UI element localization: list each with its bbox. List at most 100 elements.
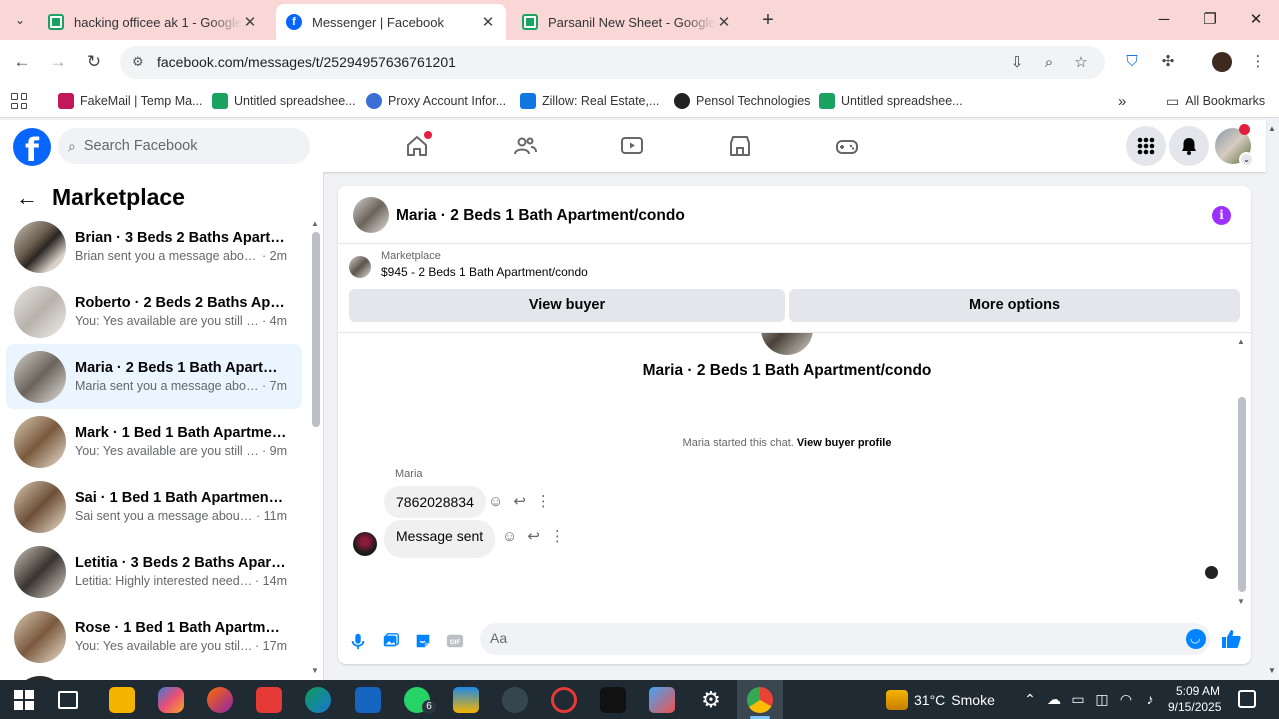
browser-tab-3[interactable]: Parsanil New Sheet - Google Sh ✕ <box>512 4 742 40</box>
store-icon[interactable] <box>649 687 675 713</box>
app-icon[interactable] <box>256 687 282 713</box>
outlook-icon[interactable] <box>355 687 381 713</box>
vpn-icon[interactable]: ◫ <box>1093 691 1111 708</box>
nav-gaming[interactable] <box>827 130 867 162</box>
battery-icon[interactable]: ▭ <box>1069 691 1087 708</box>
bookmark-proxy[interactable]: Proxy Account Infor... <box>366 92 506 110</box>
address-bar[interactable]: ⚙ facebook.com/messages/t/25294957636761… <box>120 46 1105 79</box>
nav-home[interactable] <box>397 130 437 162</box>
reload-icon[interactable]: ↻ <box>82 50 106 74</box>
copilot-icon[interactable] <box>158 687 184 713</box>
conversation-item-selected[interactable]: Maria · 2 Beds 1 Bath Apartment... Maria… <box>6 344 302 409</box>
nav-marketplace[interactable] <box>720 130 760 162</box>
task-view-icon[interactable] <box>58 691 78 709</box>
listing-summary[interactable]: Marketplace $945 - 2 Beds 1 Bath Apartme… <box>349 250 588 279</box>
facebook-search[interactable]: ⌕ <box>58 128 310 164</box>
conversation-title[interactable]: Maria · 2 Beds 1 Bath Apartment/condo <box>396 207 685 225</box>
chrome-icon[interactable] <box>747 687 773 713</box>
restore-icon[interactable]: ❐ <box>1187 6 1233 34</box>
bookmark-spreadsheet-2[interactable]: Untitled spreadshee... <box>819 92 963 110</box>
site-info-icon[interactable]: ⚙ <box>132 54 144 70</box>
more-actions-icon[interactable]: ⋮ <box>536 492 551 510</box>
nav-friends[interactable] <box>505 130 545 162</box>
minimize-icon[interactable]: ─ <box>1141 6 1187 34</box>
browser-tab-1[interactable]: hacking officee ak 1 - Google Sh ✕ <box>38 4 268 40</box>
back-arrow-icon[interactable]: ← <box>16 185 38 211</box>
reply-icon[interactable]: ↩ <box>527 527 540 545</box>
shield-extension-icon[interactable]: ⛉ <box>1121 51 1143 73</box>
conversation-item[interactable] <box>6 669 302 680</box>
close-tab-icon[interactable]: ✕ <box>242 13 258 31</box>
url-text[interactable]: facebook.com/messages/t/2529495763676120… <box>157 54 456 70</box>
inbox-scrollbar[interactable] <box>312 232 320 427</box>
react-emoji-icon[interactable]: ☺ <box>488 493 503 510</box>
tab-search-chevron-icon[interactable]: ⌄ <box>6 8 34 32</box>
conversation-item[interactable]: Roberto · 2 Beds 2 Baths Apart... You: Y… <box>6 279 302 344</box>
facebook-logo-icon[interactable]: f <box>13 128 51 166</box>
notifications-button[interactable] <box>1169 126 1209 166</box>
gif-icon[interactable]: GIF <box>445 631 465 651</box>
browser-tab-2[interactable]: f Messenger | Facebook ✕ <box>276 4 506 40</box>
conversation-item[interactable]: Mark · 1 Bed 1 Bath Apartment/... You: Y… <box>6 409 302 474</box>
page-scroll-up-arrow-icon[interactable]: ▲ <box>1268 124 1276 133</box>
reply-icon[interactable]: ↩ <box>513 492 526 510</box>
weather-widget[interactable]: 31°C Smoke <box>886 690 995 710</box>
extensions-puzzle-icon[interactable]: ✣ <box>1157 51 1179 73</box>
react-emoji-icon[interactable]: ☺ <box>502 528 517 545</box>
conversation-item[interactable]: Rose · 1 Bed 1 Bath Apartment/c... You: … <box>6 604 302 669</box>
kebab-menu-icon[interactable]: ⋮ <box>1247 51 1269 73</box>
search-input[interactable] <box>83 138 284 154</box>
more-actions-icon[interactable]: ⋮ <box>550 527 565 545</box>
bookmark-pensol[interactable]: Pensol Technologies <box>674 92 810 110</box>
bookmark-fakemail[interactable]: FakeMail | Temp Ma... <box>58 92 203 110</box>
more-bookmarks-chevron-icon[interactable]: » <box>1118 92 1126 110</box>
app-icon[interactable] <box>502 687 528 713</box>
menu-grid-button[interactable] <box>1126 126 1166 166</box>
tiktok-icon[interactable] <box>600 687 626 713</box>
notification-center-icon[interactable] <box>1238 690 1256 708</box>
back-icon[interactable]: ← <box>10 50 34 74</box>
browser-profile-avatar[interactable] <box>1212 52 1232 72</box>
bookmark-star-icon[interactable]: ☆ <box>1071 53 1091 73</box>
scroll-up-arrow-icon[interactable]: ▲ <box>311 219 319 228</box>
tray-chevron-up-icon[interactable]: ⌃ <box>1021 691 1039 708</box>
scroll-down-arrow-icon[interactable]: ▼ <box>1237 597 1245 606</box>
conversation-item[interactable]: Brian · 3 Beds 2 Baths Apartmen... Brian… <box>6 214 302 279</box>
conversation-item[interactable]: Sai · 1 Bed 1 Bath Apartment/co... Sai s… <box>6 474 302 539</box>
sticker-icon[interactable] <box>413 631 433 651</box>
photo-icon[interactable] <box>381 631 401 651</box>
info-icon[interactable]: i <box>1212 206 1231 225</box>
volume-icon[interactable]: ♪ <box>1141 691 1159 707</box>
file-explorer-icon[interactable] <box>109 687 135 713</box>
close-tab-icon[interactable]: ✕ <box>716 13 732 31</box>
page-scroll-down-arrow-icon[interactable]: ▼ <box>1268 666 1276 675</box>
edge-icon[interactable] <box>305 687 331 713</box>
zoom-icon[interactable]: ⌕ <box>1039 53 1059 73</box>
install-app-icon[interactable]: ⇩ <box>1007 53 1027 73</box>
nav-watch[interactable] <box>612 130 652 162</box>
emoji-icon[interactable] <box>1186 629 1206 649</box>
conversation-item[interactable]: Letitia · 3 Beds 2 Baths Apartme... Leti… <box>6 539 302 604</box>
message-input-box[interactable] <box>480 623 1210 655</box>
close-window-icon[interactable]: ✕ <box>1233 6 1279 34</box>
forward-icon[interactable]: → <box>46 50 70 74</box>
app-icon[interactable] <box>207 687 233 713</box>
close-tab-icon[interactable]: ✕ <box>480 13 496 31</box>
thread-scrollbar[interactable] <box>1238 397 1246 592</box>
facebook-account-avatar[interactable]: ⌄ <box>1215 124 1254 167</box>
scroll-up-arrow-icon[interactable]: ▲ <box>1237 337 1245 346</box>
all-bookmarks[interactable]: ▭ All Bookmarks <box>1166 92 1265 110</box>
apps-grid-icon[interactable] <box>11 93 27 109</box>
message-input[interactable] <box>490 630 1170 646</box>
bookmark-spreadsheet-1[interactable]: Untitled spreadshee... <box>212 92 356 110</box>
thumbs-up-icon[interactable] <box>1220 628 1242 650</box>
more-options-button[interactable]: More options <box>789 289 1240 322</box>
view-buyer-profile-link[interactable]: View buyer profile <box>797 437 892 449</box>
cloud-icon[interactable]: ☁ <box>1045 691 1063 708</box>
system-clock[interactable]: 5:09 AM 9/15/2025 <box>1168 683 1221 715</box>
view-buyer-button[interactable]: View buyer <box>349 289 785 322</box>
bookmark-zillow[interactable]: Zillow: Real Estate,... <box>520 92 659 110</box>
message-bubble[interactable]: 7862028834 <box>384 486 486 518</box>
scroll-down-arrow-icon[interactable]: ▼ <box>311 666 319 675</box>
opera-icon[interactable] <box>551 687 577 713</box>
